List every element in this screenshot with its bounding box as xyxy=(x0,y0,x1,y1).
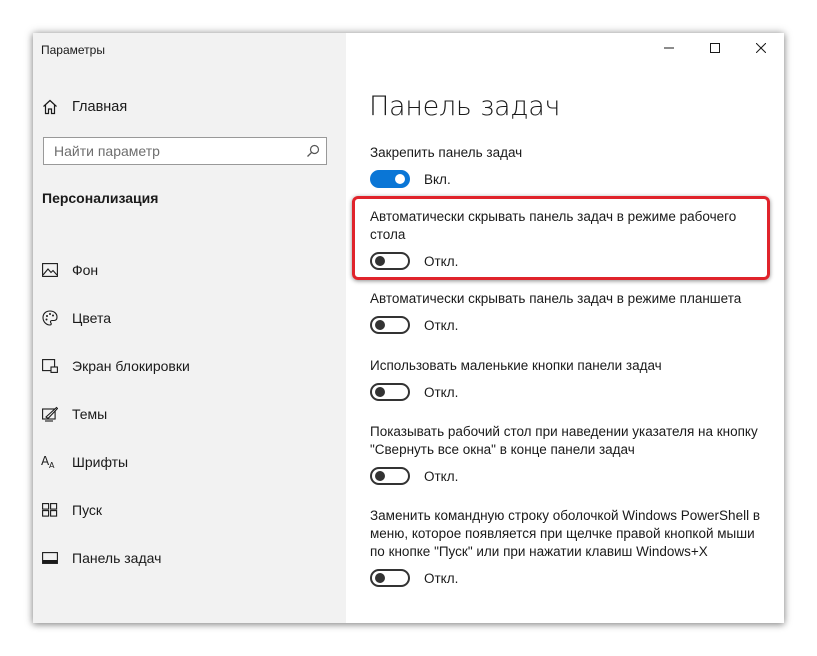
themes-icon xyxy=(41,405,59,423)
search-box[interactable] xyxy=(43,137,327,165)
toggle-state-label: Откл. xyxy=(424,468,459,484)
close-button[interactable] xyxy=(738,33,784,65)
toggle-knob xyxy=(375,256,385,266)
palette-icon xyxy=(41,309,59,327)
setting-label: Использовать маленькие кнопки панели зад… xyxy=(370,358,662,373)
sidebar-item-label: Экран блокировки xyxy=(72,358,190,374)
toggle-row: Откл. xyxy=(370,569,762,587)
search-icon[interactable] xyxy=(300,144,326,158)
toggle-state-label: Откл. xyxy=(424,317,459,333)
taskbar-icon xyxy=(41,549,59,567)
toggle-state-label: Откл. xyxy=(424,384,459,400)
setting-powershell: Заменить командную строку оболочкой Wind… xyxy=(370,507,762,587)
setting-label: Заменить командную строку оболочкой Wind… xyxy=(370,508,760,559)
sidebar-item-themes[interactable]: Темы xyxy=(41,390,341,438)
toggle-knob xyxy=(375,387,385,397)
setting-label: Автоматически скрывать панель задач в ре… xyxy=(370,209,737,242)
minimize-button[interactable] xyxy=(646,33,692,65)
sidebar-item-label: Темы xyxy=(72,406,108,422)
sidebar-item-colors[interactable]: Цвета xyxy=(41,294,341,342)
window-controls xyxy=(646,33,784,65)
toggle-switch[interactable] xyxy=(370,383,410,401)
lock-screen-icon xyxy=(41,357,59,375)
setting-autohide-tablet: Автоматически скрывать панель задач в ре… xyxy=(370,290,762,334)
sidebar-item-label: Фон xyxy=(72,262,99,278)
toggle-row: Откл. xyxy=(370,252,762,270)
sidebar-item-start[interactable]: Пуск xyxy=(41,486,341,534)
maximize-icon xyxy=(710,40,720,58)
sidebar-item-label: Панель задач xyxy=(72,550,162,566)
setting-label: Закрепить панель задач xyxy=(370,145,523,160)
setting-label: Автоматически скрывать панель задач в ре… xyxy=(370,291,742,306)
toggle-knob xyxy=(375,471,385,481)
sidebar-item-label: Цвета xyxy=(72,310,111,326)
app-title: Параметры xyxy=(41,43,105,57)
toggle-switch[interactable] xyxy=(370,569,410,587)
toggle-switch[interactable] xyxy=(370,252,410,270)
sidebar: Параметры Главная Персонализация Фон xyxy=(33,33,346,623)
setting-peek-desktop: Показывать рабочий стол при наведении ук… xyxy=(370,423,762,485)
start-icon xyxy=(41,501,59,519)
maximize-button[interactable] xyxy=(692,33,738,65)
sidebar-item-lock-screen[interactable]: Экран блокировки xyxy=(41,342,341,390)
setting-label: Показывать рабочий стол при наведении ук… xyxy=(370,424,758,457)
setting-lock-taskbar: Закрепить панель задач Вкл. xyxy=(370,144,762,188)
sidebar-nav: Фон Цвета Экран блокировки Темы A A Шриф… xyxy=(41,246,341,582)
svg-text:A: A xyxy=(49,461,55,470)
toggle-knob xyxy=(395,174,405,184)
home-icon xyxy=(41,98,59,116)
picture-icon xyxy=(41,261,59,279)
sidebar-item-label: Пуск xyxy=(72,502,103,518)
fonts-icon: AA xyxy=(41,453,59,471)
close-icon xyxy=(755,40,767,58)
sidebar-item-label: Главная xyxy=(72,99,128,115)
toggle-knob xyxy=(375,320,385,330)
toggle-switch[interactable] xyxy=(370,467,410,485)
setting-small-buttons: Использовать маленькие кнопки панели зад… xyxy=(370,357,762,401)
toggle-state-label: Откл. xyxy=(424,253,459,269)
section-title: Персонализация xyxy=(42,190,159,206)
sidebar-item-taskbar[interactable]: Панель задач xyxy=(41,534,341,582)
toggle-row: Откл. xyxy=(370,316,762,334)
toggle-knob xyxy=(375,573,385,583)
sidebar-item-label: Шрифты xyxy=(72,454,129,470)
toggle-state-label: Вкл. xyxy=(424,171,451,187)
toggle-row: Откл. xyxy=(370,467,762,485)
toggle-state-label: Откл. xyxy=(424,570,459,586)
setting-autohide-desktop: Автоматически скрывать панель задач в ре… xyxy=(370,208,762,270)
toggle-switch[interactable] xyxy=(370,316,410,334)
page-title: Панель задач xyxy=(369,91,561,122)
toggle-switch[interactable] xyxy=(370,170,410,188)
sidebar-item-background[interactable]: Фон xyxy=(41,246,341,294)
minimize-icon xyxy=(664,40,674,58)
toggle-row: Вкл. xyxy=(370,170,762,188)
search-input[interactable] xyxy=(44,137,300,165)
main-panel: Панель задач Закрепить панель задач Вкл.… xyxy=(346,33,784,623)
settings-window: Параметры Главная Персонализация Фон xyxy=(33,33,784,623)
toggle-row: Откл. xyxy=(370,383,762,401)
sidebar-item-fonts[interactable]: AA Шрифты xyxy=(41,438,341,486)
sidebar-item-home[interactable]: Главная xyxy=(41,95,127,119)
